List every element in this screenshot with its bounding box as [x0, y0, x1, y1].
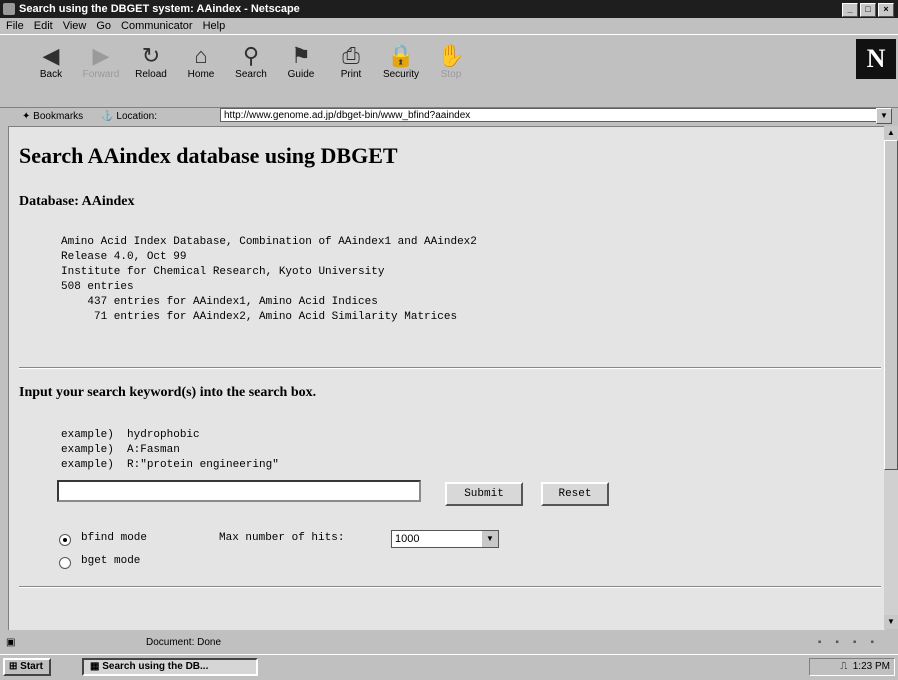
netscape-logo[interactable]: N: [856, 39, 896, 79]
example-line: example) A:Fasman: [61, 444, 180, 456]
db-info-line: Amino Acid Index Database, Combination o…: [61, 236, 477, 248]
page-content: Search AAindex database using DBGET Data…: [8, 126, 885, 630]
system-clock: ⎍ 1:23 PM: [809, 658, 895, 676]
menu-go[interactable]: Go: [96, 20, 111, 32]
window-title: Search using the DBGET system: AAindex -…: [19, 3, 300, 15]
vertical-scrollbar[interactable]: ▲ ▼: [884, 126, 898, 629]
back-button[interactable]: ◀ Back: [26, 43, 76, 80]
tray-icon: ⎍: [840, 661, 848, 672]
bfind-mode-label: bfind mode: [81, 532, 148, 544]
menu-communicator[interactable]: Communicator: [121, 20, 193, 32]
menu-bar: File Edit View Go Communicator Help: [0, 18, 898, 34]
search-button[interactable]: ⚲ Search: [226, 43, 276, 80]
back-arrow-icon: ◀: [42, 43, 60, 68]
page-title: Search AAindex database using DBGET: [19, 143, 398, 168]
menu-view[interactable]: View: [63, 20, 87, 32]
location-label: ⚓ Location:: [101, 110, 158, 122]
menu-help[interactable]: Help: [203, 20, 226, 32]
search-icon: ⚲: [242, 43, 260, 68]
security-icon: 🔒: [387, 43, 415, 68]
divider: [19, 367, 881, 369]
max-hits-label: Max number of hits:: [219, 532, 345, 544]
search-examples: example) hydrophobic example) A:Fasman e…: [61, 428, 279, 473]
stop-button[interactable]: ✋ Stop: [426, 43, 476, 80]
location-icon: ⚓: [101, 110, 114, 122]
url-input[interactable]: http://www.genome.ad.jp/dbget-bin/www_bf…: [220, 108, 884, 122]
security-button[interactable]: 🔒 Security: [376, 43, 426, 80]
forward-button[interactable]: ▶ Forward: [76, 43, 126, 80]
search-keyword-input[interactable]: [57, 480, 421, 502]
status-text: Document: Done: [146, 637, 222, 648]
print-button[interactable]: ⎙ Print: [326, 43, 376, 80]
scroll-up-icon[interactable]: ▲: [884, 126, 898, 140]
component-bar-icons[interactable]: ▪▪▪▪: [818, 637, 888, 648]
maximize-button[interactable]: □: [860, 3, 876, 17]
print-icon: ⎙: [342, 43, 360, 68]
db-info-line: 71 entries for AAindex2, Amino Acid Simi…: [61, 311, 458, 323]
reload-icon: ↻: [141, 43, 161, 68]
stop-icon: ✋: [437, 43, 465, 68]
scroll-down-icon[interactable]: ▼: [884, 615, 898, 629]
status-bar: ▣ Document: Done ▪▪▪▪: [0, 635, 898, 653]
divider: [19, 586, 881, 588]
bget-mode-radio[interactable]: [59, 557, 71, 569]
taskbar-item-netscape[interactable]: ▦ Search using the DB...: [82, 658, 258, 676]
reset-button[interactable]: Reset: [541, 482, 609, 506]
bookmarks-button[interactable]: ✦ Bookmarks: [22, 111, 83, 122]
navigation-toolbar: ◀ Back ▶ Forward ↻ Reload ⌂ Home ⚲ Search ⚑ Gu…: [0, 34, 898, 108]
location-bar: ✦ Bookmarks ⚓ Location: http://www.genom…: [0, 106, 898, 126]
chevron-down-icon: ▼: [482, 531, 498, 547]
netscape-window-icon: [3, 3, 15, 15]
home-button[interactable]: ⌂ Home: [176, 43, 226, 80]
example-line: example) hydrophobic: [61, 429, 200, 441]
menu-file[interactable]: File: [6, 20, 24, 32]
db-info-line: Institute for Chemical Research, Kyoto U…: [61, 266, 385, 278]
home-icon: ⌂: [194, 43, 208, 68]
search-instruction: Input your search keyword(s) into the se…: [19, 385, 317, 400]
url-dropdown-arrow-icon[interactable]: ▼: [876, 108, 892, 124]
max-hits-value: 1000: [395, 533, 420, 545]
scroll-thumb[interactable]: [884, 140, 898, 470]
db-info-line: Release 4.0, Oct 99: [61, 251, 187, 263]
forward-arrow-icon: ▶: [92, 43, 110, 68]
netscape-task-icon: ▦: [90, 661, 100, 672]
bfind-mode-radio[interactable]: [59, 534, 71, 546]
db-info-line: 437 entries for AAindex1, Amino Acid Ind…: [61, 296, 378, 308]
max-hits-select[interactable]: 1000 ▼: [391, 530, 499, 548]
guide-icon: ⚑: [291, 43, 311, 68]
windows-logo-icon: ⊞: [9, 661, 18, 672]
bookmark-icon: ✦: [22, 110, 31, 122]
start-button[interactable]: ⊞ Start: [3, 658, 51, 676]
reload-button[interactable]: ↻ Reload: [126, 43, 176, 80]
db-info-line: 508 entries: [61, 281, 134, 293]
guide-button[interactable]: ⚑ Guide: [276, 43, 326, 80]
menu-edit[interactable]: Edit: [34, 20, 53, 32]
submit-button[interactable]: Submit: [445, 482, 523, 506]
connection-status-icon: ▣: [6, 637, 16, 648]
close-button[interactable]: ×: [878, 3, 894, 17]
example-line: example) R:"protein engineering": [61, 459, 279, 471]
window-title-bar: Search using the DBGET system: AAindex -…: [0, 0, 898, 18]
database-info: Amino Acid Index Database, Combination o…: [61, 235, 477, 325]
minimize-button[interactable]: _: [842, 3, 858, 17]
database-heading: Database: AAindex: [19, 194, 135, 209]
bget-mode-label: bget mode: [81, 555, 141, 567]
windows-taskbar: ⊞ Start ▦ Search using the DB... ⎍ 1:23 …: [0, 654, 898, 680]
